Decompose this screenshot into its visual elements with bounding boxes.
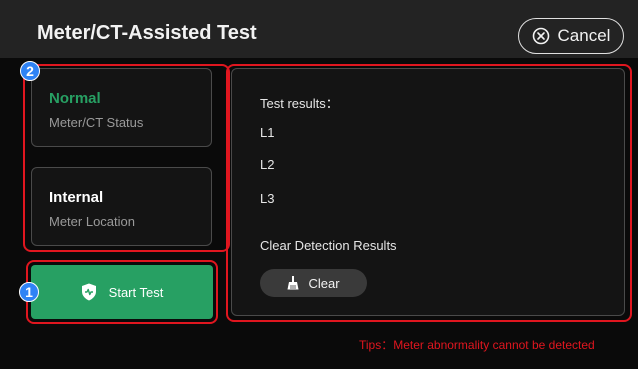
- location-card: Internal Meter Location: [31, 167, 212, 246]
- shield-heart-icon: [81, 283, 96, 301]
- result-line-l1: L1: [260, 125, 275, 140]
- cancel-label: Cancel: [557, 26, 611, 45]
- test-results-panel: Test results： L1 L2 L3 Clear Detection R…: [231, 68, 625, 316]
- result-line-l2: L2: [260, 157, 275, 172]
- location-label: Meter Location: [49, 214, 135, 229]
- annotation-badge-1: 1: [19, 282, 39, 302]
- start-test-label: Start Test: [108, 284, 164, 300]
- cancel-button[interactable]: Cancel: [518, 18, 624, 54]
- test-results-heading: Test results：: [260, 96, 339, 111]
- close-circle-icon: [532, 27, 549, 45]
- annotation-badge-2: 2: [20, 61, 40, 81]
- result-line-l3: L3: [260, 191, 275, 206]
- clear-detection-heading: Clear Detection Results: [260, 238, 397, 253]
- broom-icon: [287, 276, 299, 290]
- status-label: Meter/CT Status: [49, 115, 144, 130]
- status-card: Normal Meter/CT Status: [31, 68, 212, 147]
- status-value: Normal: [49, 90, 101, 107]
- clear-button[interactable]: Clear: [260, 269, 367, 297]
- page-title: Meter/CT-Assisted Test: [37, 22, 257, 44]
- tips-message: Tips：Meter abnormality cannot be detecte…: [359, 338, 595, 352]
- clear-label: Clear: [308, 275, 340, 291]
- start-test-button[interactable]: Start Test: [31, 265, 213, 319]
- location-value: Internal: [49, 189, 104, 206]
